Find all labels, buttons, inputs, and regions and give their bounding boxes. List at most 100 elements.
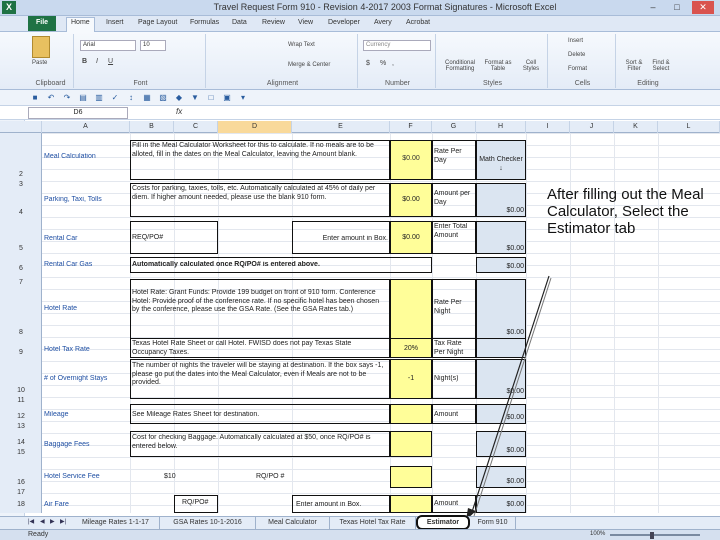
prev-sheet-icon[interactable]: ◀ [40,518,45,525]
maximize-button[interactable]: □ [666,1,688,14]
delete-cells-button[interactable]: Delete [568,52,585,58]
row-header[interactable]: 10 [0,387,42,394]
tab-gsa-rates[interactable]: GSA Rates 10-1-2016 [160,517,256,529]
format-as-table-button[interactable]: Format as Table [482,60,514,72]
italic-button[interactable]: I [96,58,98,65]
redo-icon[interactable]: ↷ [62,93,72,103]
cell-styles-button[interactable]: Cell Styles [518,60,544,72]
row-header[interactable]: 12 [0,413,42,420]
row-header[interactable]: 16 [0,479,42,486]
last-sheet-icon[interactable]: ▶| [60,518,66,525]
row-header[interactable]: 3 [0,181,42,188]
next-sheet-icon[interactable]: ▶ [50,518,55,525]
comma-button[interactable]: , [392,60,394,67]
border-icon[interactable]: □ [206,93,216,103]
shapes-icon[interactable]: ◆ [174,93,184,103]
column-header-b[interactable]: B [130,121,174,133]
select-all-corner[interactable] [0,121,42,133]
tab-review[interactable]: Review [258,18,289,27]
percent-button[interactable]: % [380,60,386,67]
minimize-button[interactable]: – [642,1,664,14]
close-button[interactable]: ✕ [692,1,714,14]
paste-icon[interactable] [32,36,50,58]
merge-center-button[interactable]: Merge & Center [288,62,330,68]
save-icon[interactable]: ■ [30,93,40,103]
row-header[interactable]: 2 [0,171,42,178]
tab-page-layout[interactable]: Page Layout [134,18,181,27]
tab-file[interactable]: File [28,16,57,31]
tab-meal-calculator[interactable]: Meal Calculator [256,517,330,529]
conditional-formatting-button[interactable]: Conditional Formatting [442,60,478,72]
row-header[interactable]: 5 [0,245,42,252]
column-header-g[interactable]: G [432,121,476,133]
column-header-k[interactable]: K [614,121,658,133]
sort-icon[interactable]: ↕ [126,93,136,103]
find-select-button[interactable]: Find & Select [648,60,674,72]
tab-developer[interactable]: Developer [324,18,364,27]
print-icon[interactable]: ▤ [78,93,88,103]
font-size-combo[interactable]: 10 [140,40,166,51]
baggage-cell[interactable] [390,431,432,457]
column-header-c[interactable]: C [174,121,218,133]
chart-icon[interactable]: ▦ [142,93,152,103]
tab-home[interactable]: Home [66,17,95,32]
service-fee-cell[interactable] [390,466,432,488]
tab-mileage-rates[interactable]: Mileage Rates 1-1-17 [72,517,160,529]
fx-icon[interactable]: fx [176,107,182,116]
row-header[interactable]: 6 [0,265,42,272]
mileage-cell[interactable] [390,404,432,424]
wrap-text-button[interactable]: Wrap Text [288,42,315,48]
air-amount-cell[interactable] [390,495,432,513]
column-header-h[interactable]: H [476,121,526,133]
underline-button[interactable]: U [108,58,113,65]
tab-insert[interactable]: Insert [102,18,128,27]
tab-form-910[interactable]: Form 910 [470,517,516,529]
insert-cells-button[interactable]: Insert [568,38,583,44]
currency-button[interactable]: $ [366,60,370,67]
row-header[interactable]: 4 [0,209,42,216]
column-header-d[interactable]: D [218,121,292,133]
row-header[interactable]: 9 [0,349,42,356]
row-header[interactable]: 11 [0,397,42,404]
row-header[interactable]: 18 [0,501,42,508]
format-cells-button[interactable]: Format [568,66,587,72]
column-header-j[interactable]: J [570,121,614,133]
undo-icon[interactable]: ↶ [46,93,56,103]
bold-button[interactable]: B [82,58,87,65]
tab-data[interactable]: Data [228,18,251,27]
customize-icon[interactable]: ▾ [238,93,248,103]
tab-estimator[interactable]: Estimator [416,515,470,530]
column-header-a[interactable]: A [42,121,130,133]
row-header[interactable]: 13 [0,423,42,430]
tab-acrobat[interactable]: Acrobat [402,18,434,27]
tab-avery[interactable]: Avery [370,18,396,27]
column-header-l[interactable]: L [658,121,720,133]
row-header[interactable]: 17 [0,489,42,496]
tab-view[interactable]: View [294,18,317,27]
name-box[interactable]: D6 [28,107,128,119]
tax-instructions: Texas Hotel Rate Sheet or call Hotel. FW… [132,340,352,356]
sort-filter-button[interactable]: Sort & Filter [622,60,646,72]
freeze-icon[interactable]: ▣ [222,93,232,103]
row-header[interactable]: 8 [0,329,42,336]
filter-icon[interactable]: ▼ [190,93,200,103]
preview-icon[interactable]: ▥ [94,93,104,103]
font-name-combo[interactable]: Arial [80,40,136,51]
table-icon[interactable]: ▧ [158,93,168,103]
number-format-combo[interactable]: Currency [363,40,431,51]
tab-formulas[interactable]: Formulas [186,18,223,27]
zoom-slider[interactable] [610,534,700,536]
spelling-icon[interactable]: ✓ [110,93,120,103]
column-header-f[interactable]: F [390,121,432,133]
column-header-e[interactable]: E [292,121,390,133]
first-sheet-icon[interactable]: |◀ [28,518,34,525]
zoom-slider-knob[interactable] [650,532,654,539]
column-header-i[interactable]: I [526,121,570,133]
hotel-amount-cell[interactable] [390,279,432,339]
paste-button[interactable]: Paste [32,60,47,66]
quick-access-toolbar[interactable] [20,3,130,13]
row-header[interactable]: 7 [0,279,42,286]
row-header[interactable]: 15 [0,449,42,456]
tab-texas-hotel-tax-rate[interactable]: Texas Hotel Tax Rate [330,517,416,529]
row-header[interactable]: 14 [0,439,42,446]
